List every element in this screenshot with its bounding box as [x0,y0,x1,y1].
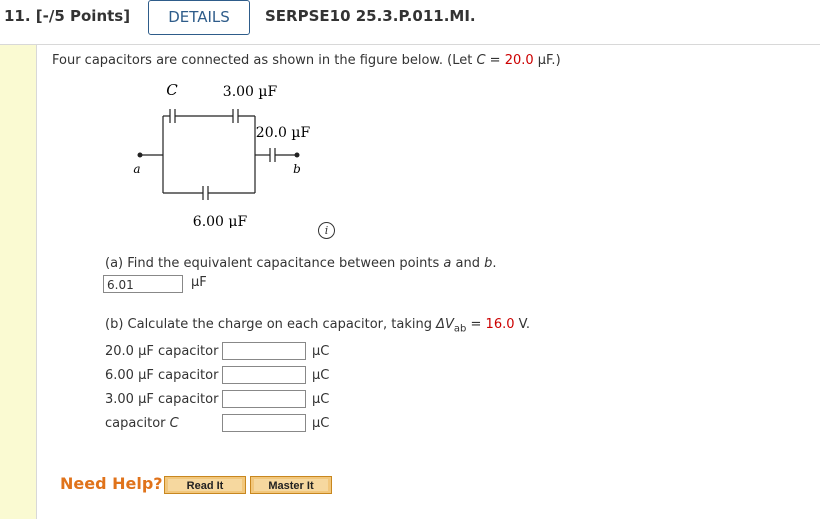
dv-value: 16.0 [485,317,515,332]
row-label-3uf: 3.00 µF capacitor [105,392,219,407]
row-label-6uf: 6.00 µF capacitor [105,368,219,383]
problem-statement: Four capacitors are connected as shown i… [52,53,561,68]
part-a-unit: µF [191,275,207,290]
info-icon[interactable]: i [318,222,335,239]
capacitor-circuit-figure: C 3.00 µF 20.0 µF 6.00 µF a b [133,81,311,228]
row-unit: µC [312,368,330,383]
row-label-20uf: 20.0 µF capacitor [105,344,219,359]
c-value: 20.0 [504,53,534,68]
label-20uf: 20.0 µF [256,125,311,141]
part-a-answer-field[interactable]: 6.01 [103,275,183,293]
charge-6uf-input[interactable] [222,366,306,384]
row-unit: µC [312,344,330,359]
charge-3uf-input[interactable] [222,390,306,408]
row-label-capacitor-c: capacitor C [105,416,179,431]
label-6uf: 6.00 µF [193,214,248,228]
label-a: a [133,162,140,176]
question-header: 11. [-/5 Points] DETAILS SERPSE10 25.3.P… [0,0,820,45]
question-sidebar [0,45,37,519]
point-b [294,152,300,158]
master-it-button[interactable]: Master It [250,476,332,494]
charge-20uf-input[interactable] [222,342,306,360]
part-a-question: (a) Find the equivalent capacitance betw… [105,256,497,271]
part-b-question: (b) Calculate the charge on each capacit… [105,317,530,335]
row-unit: µC [312,416,330,431]
charge-c-input[interactable] [222,414,306,432]
label-b: b [293,162,301,176]
question-id: SERPSE10 25.3.P.011.MI. [265,7,476,25]
label-c: C [166,81,178,99]
need-help-label: Need Help? [60,474,163,493]
read-it-button[interactable]: Read It [164,476,246,494]
point-a [137,152,143,158]
row-unit: µC [312,392,330,407]
label-3uf: 3.00 µF [223,84,278,100]
question-number: 11. [-/5 Points] [4,7,131,25]
details-button[interactable]: DETAILS [148,0,250,35]
